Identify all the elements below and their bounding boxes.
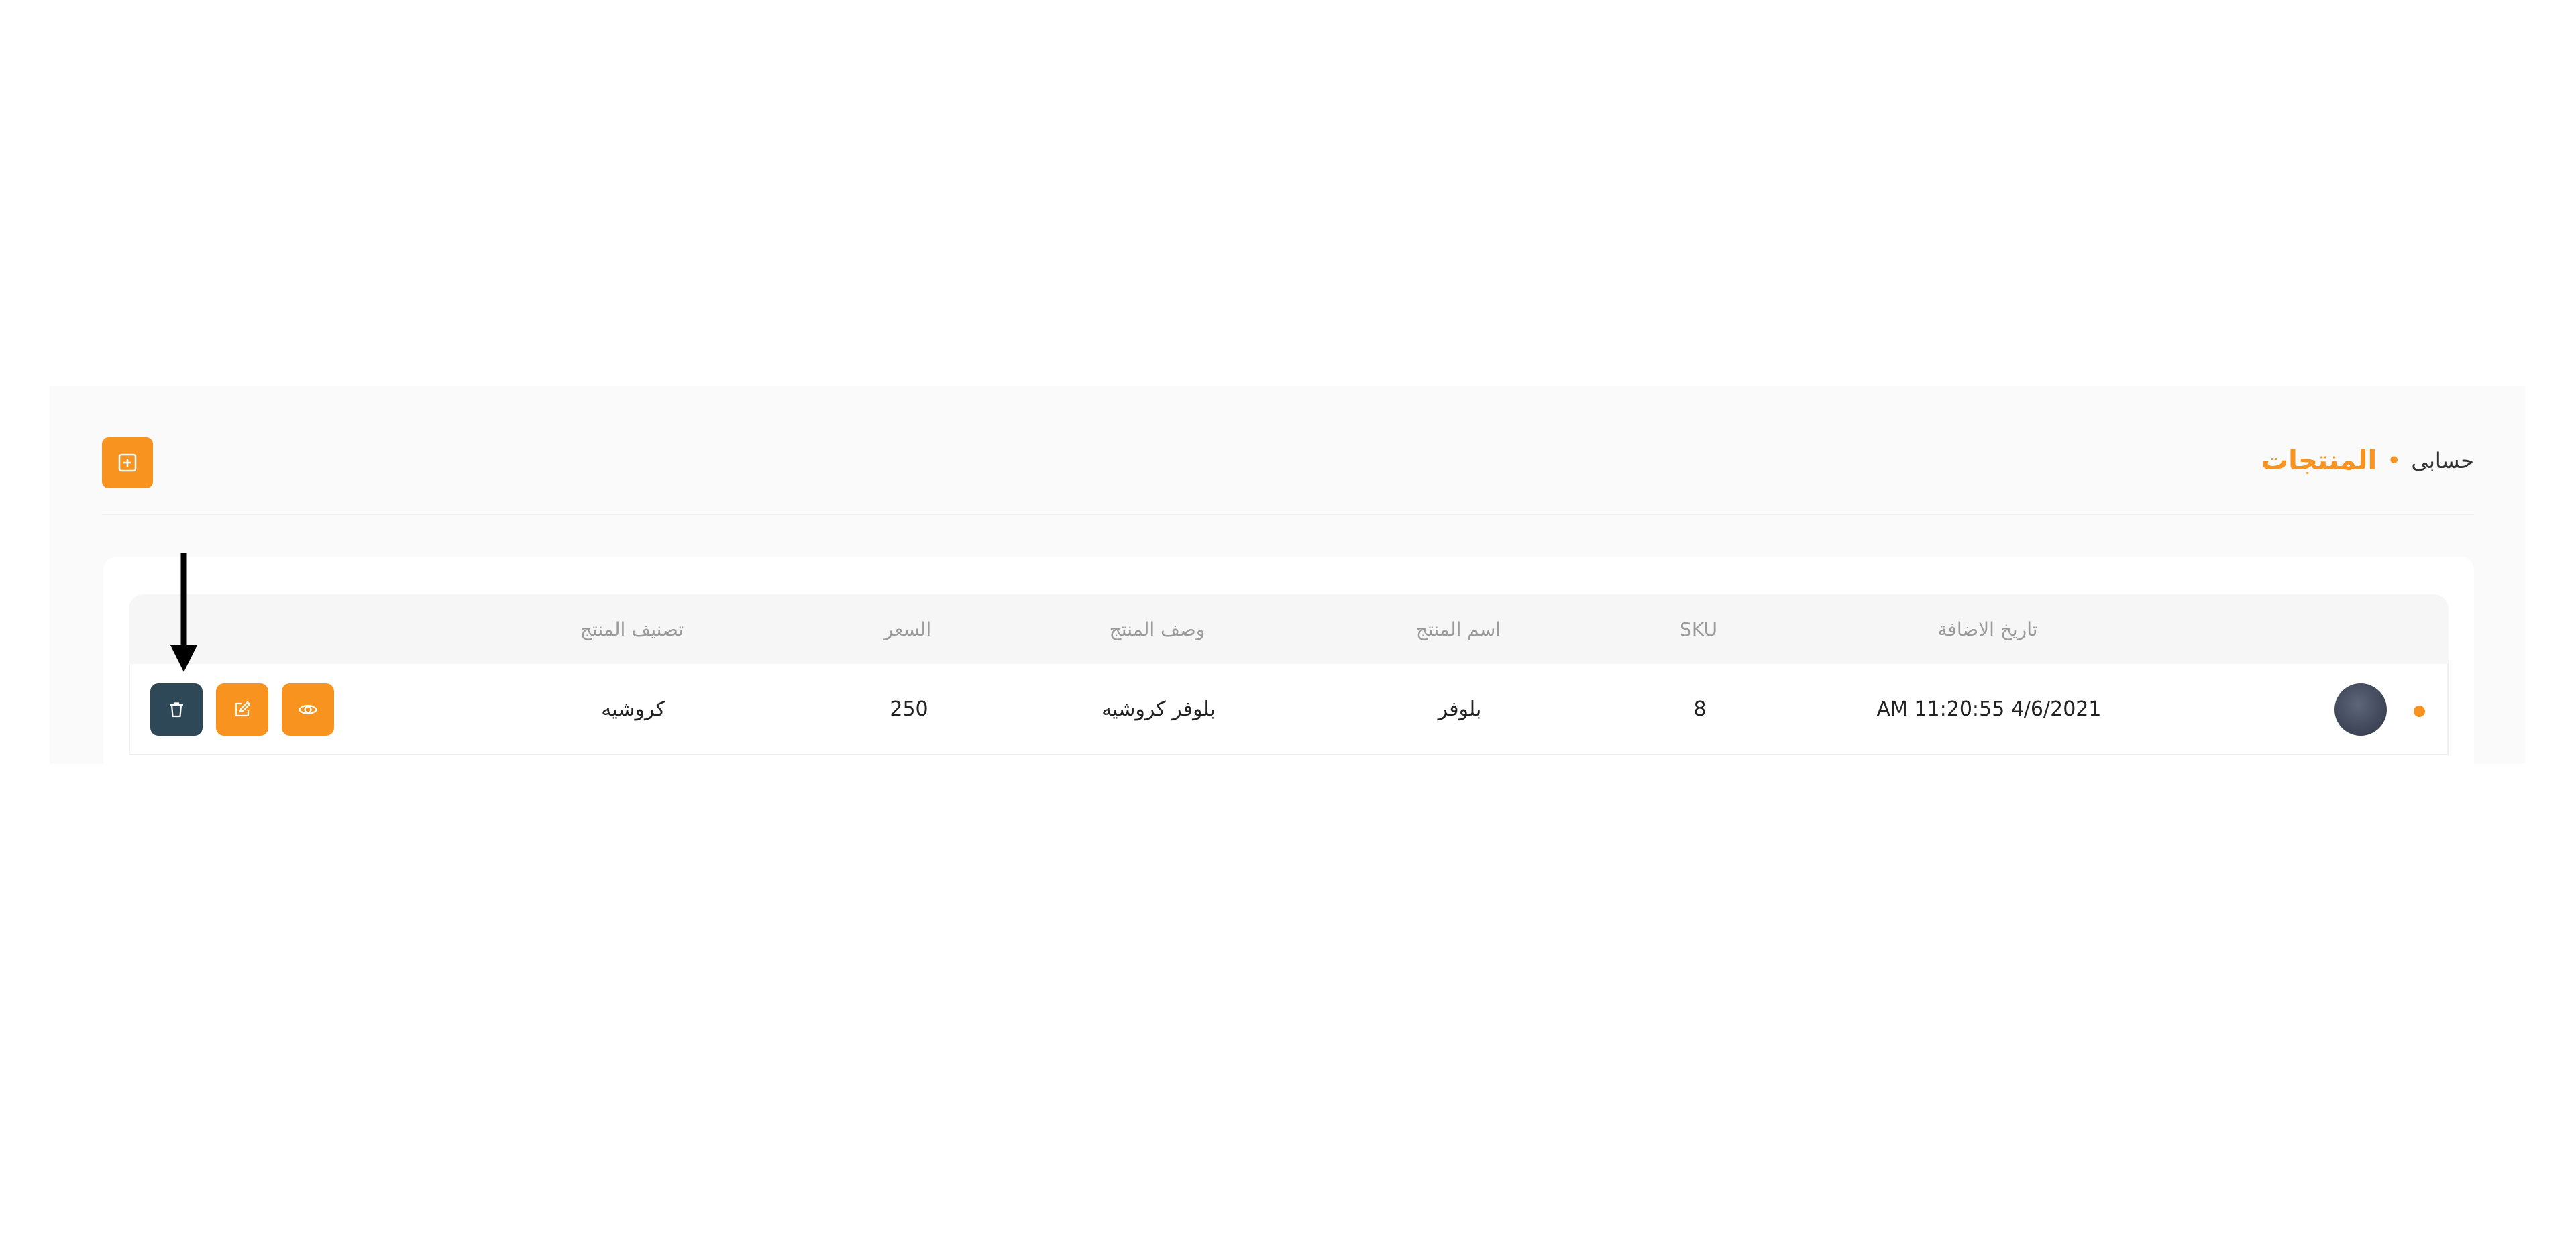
column-header-sku: SKU bbox=[1680, 618, 1717, 640]
table-header: تاريخ الاضافة SKU اسم المنتج وصف المنتج … bbox=[129, 594, 2449, 664]
trash-icon bbox=[169, 702, 184, 718]
table-row: AM 11:20:55 4/6/2021 8 بلوفر بلوفر كروشي… bbox=[129, 664, 2449, 755]
products-table: تاريخ الاضافة SKU اسم المنتج وصف المنتج … bbox=[129, 594, 2449, 755]
cell-name: بلوفر bbox=[1438, 697, 1482, 721]
column-header-name: اسم المنتج bbox=[1415, 618, 1501, 640]
add-product-button[interactable] bbox=[102, 437, 153, 488]
view-icon bbox=[298, 704, 318, 715]
edit-button[interactable] bbox=[216, 683, 268, 736]
header-divider bbox=[102, 514, 2474, 515]
column-header-price: السعر bbox=[883, 618, 932, 640]
products-panel: حسابى • المنتجات تاريخ الاضافة SKU اسم ا… bbox=[50, 386, 2525, 764]
down-arrow-icon bbox=[170, 553, 197, 672]
products-card: تاريخ الاضافة SKU اسم المنتج وصف المنتج … bbox=[103, 557, 2474, 764]
breadcrumb-separator: • bbox=[2387, 449, 2401, 473]
page-title: المنتجات bbox=[2261, 445, 2377, 476]
column-header-category: تصنيف المنتج bbox=[580, 618, 684, 640]
cell-category: كروشيه bbox=[601, 697, 665, 721]
edit-icon bbox=[235, 701, 251, 717]
row-actions bbox=[150, 683, 334, 736]
cell-price: 250 bbox=[890, 697, 928, 721]
product-thumbnail[interactable] bbox=[2334, 683, 2387, 736]
cell-sku: 8 bbox=[1693, 697, 1707, 721]
view-button[interactable] bbox=[282, 683, 334, 736]
breadcrumb-root[interactable]: حسابى bbox=[2411, 448, 2474, 473]
cell-date-added: AM 11:20:55 4/6/2021 bbox=[1876, 697, 2102, 721]
column-header-description: وصف المنتج bbox=[1109, 618, 1205, 640]
column-header-date-added: تاريخ الاضافة bbox=[1937, 618, 2038, 640]
breadcrumb: حسابى • المنتجات bbox=[2261, 445, 2474, 476]
status-dot-icon bbox=[2414, 706, 2425, 717]
delete-button[interactable] bbox=[150, 683, 203, 736]
plus-square-icon bbox=[118, 453, 137, 472]
cell-description: بلوفر كروشيه bbox=[1102, 697, 1216, 721]
